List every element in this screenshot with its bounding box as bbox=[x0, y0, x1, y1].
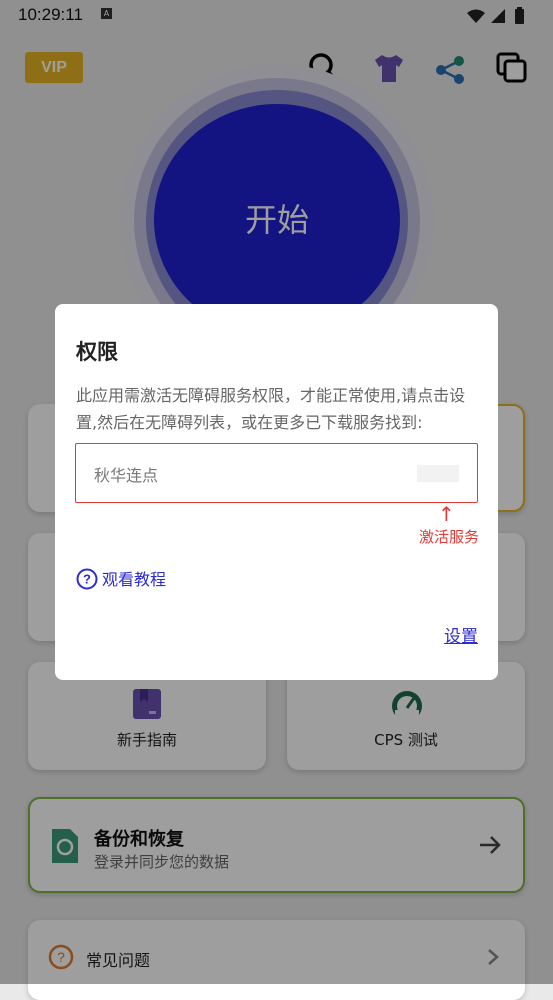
permission-dialog: 权限 此应用需激活无障碍服务权限，才能正常使用,请点击设置,然后在无障碍列表，或… bbox=[55, 304, 498, 680]
service-toggle[interactable] bbox=[417, 465, 459, 482]
settings-button[interactable]: 设置 bbox=[444, 622, 478, 647]
dialog-title: 权限 bbox=[76, 340, 118, 364]
service-name: 秋华连点 bbox=[94, 466, 159, 485]
service-item[interactable]: 秋华连点 bbox=[75, 443, 478, 503]
dialog-message: 此应用需激活无障碍服务权限，才能正常使用,请点击设置,然后在无障碍列表，或在更多… bbox=[76, 386, 466, 432]
watch-tutorial-label: 观看教程 bbox=[102, 570, 167, 589]
help-circle-icon: ? bbox=[76, 568, 98, 594]
watch-tutorial-link[interactable]: ? 观看教程 bbox=[76, 566, 166, 594]
arrow-up-icon: ↑ bbox=[438, 502, 455, 526]
activate-service-label: 激活服务 bbox=[419, 528, 480, 546]
svg-text:?: ? bbox=[83, 572, 91, 587]
